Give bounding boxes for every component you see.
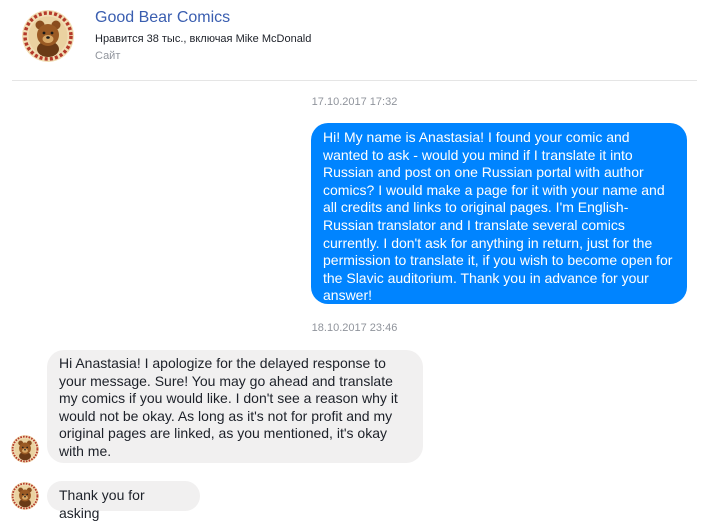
outgoing-message-bubble: Hi! My name is Anastasia! I found your c… xyxy=(311,123,687,304)
header-divider xyxy=(12,80,697,81)
page-header: Good Bear Comics Нравится 38 тыс., включ… xyxy=(0,0,709,80)
page-name-link[interactable]: Good Bear Comics xyxy=(95,9,230,27)
timestamp: 17.10.2017 17:32 xyxy=(311,96,398,108)
incoming-message-bubble: Hi Anastasia! I apologize for the delaye… xyxy=(47,350,423,463)
sender-avatar[interactable] xyxy=(11,482,39,510)
page-avatar[interactable] xyxy=(22,10,74,62)
bear-logo-icon xyxy=(11,435,39,463)
bear-logo-icon xyxy=(22,10,74,62)
timestamp: 18.10.2017 23:46 xyxy=(311,322,398,334)
sender-avatar[interactable] xyxy=(11,435,39,463)
page-category: Сайт xyxy=(95,50,121,62)
bear-logo-icon xyxy=(11,482,39,510)
likes-count: Нравится 38 тыс., включая Mike McDonald xyxy=(95,33,312,45)
incoming-message-bubble: Thank you for asking xyxy=(47,481,200,521)
